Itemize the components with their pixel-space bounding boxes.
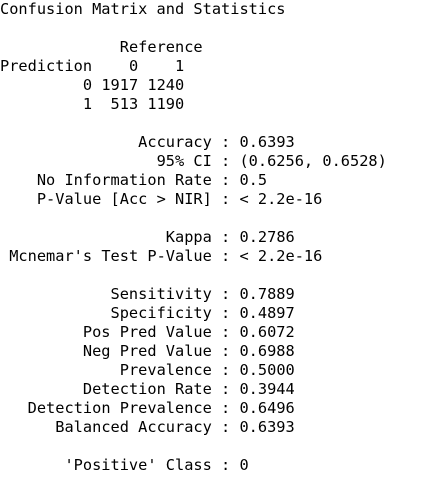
stat-balanced-accuracy: Balanced Accuracy : 0.6393 [55,418,295,436]
matrix-row-label: 0 [82,76,93,94]
stat-mcnemar: Mcnemar's Test P-Value : < 2.2e-16 [9,247,323,265]
matrix-cell: 1240 [147,76,185,94]
stat-value: 0.5 [239,171,268,189]
output-title: Confusion Matrix and Statistics [0,0,286,19]
matrix-cell: 1190 [147,95,185,113]
stat-prevalence: Prevalence : 0.5000 [119,361,295,379]
stat-value: 0.4897 [239,304,295,322]
matrix-row-label: 1 [82,95,93,113]
stat-value: (0.6256, 0.6528) [239,152,387,170]
stat-ci: 95% CI : (0.6256, 0.6528) [156,152,387,170]
stat-label: Prevalence [119,361,212,379]
stat-value: 0.3944 [239,380,295,398]
stat-value: 0.5000 [239,361,295,379]
matrix-row: 1 513 1190 [0,95,184,114]
stat-value: 0.7889 [239,285,295,303]
reference-label: Reference [119,38,203,56]
stat-ppv: Pos Pred Value : 0.6072 [82,323,295,341]
stat-value: 0.6393 [239,418,295,436]
stat-value: < 2.2e-16 [239,247,323,265]
stat-value: 0.6496 [239,399,295,417]
matrix-cell: 513 [110,95,139,113]
stat-value: < 2.2e-16 [239,190,323,208]
matrix-col-1-label: 1 [175,57,185,75]
positive-class-label: 'Positive' Class [64,456,212,474]
stat-detection-rate: Detection Rate : 0.3944 [82,380,295,398]
title-text: Confusion Matrix and Statistics [0,0,286,18]
stat-label: Accuracy [138,133,212,151]
stat-label: Detection Prevalence [27,399,212,417]
stat-value: 0.6072 [239,323,295,341]
stat-pvalue: P-Value [Acc > NIR] : < 2.2e-16 [36,190,323,208]
stat-label: P-Value [Acc > NIR] [36,190,212,208]
stat-value: 0.6393 [239,133,295,151]
matrix-col-0-label: 0 [128,57,139,75]
stat-value: 0.2786 [239,228,295,246]
stat-nir: No Information Rate : 0.5 [36,171,268,189]
stat-label: 95% CI [156,152,212,170]
stat-label: No Information Rate [36,171,212,189]
console-output: Confusion Matrix and Statistics Referenc… [0,0,441,481]
stat-label: Kappa [165,228,212,246]
matrix-column-header: Prediction 0 1 [0,57,184,76]
stat-label: Detection Rate [82,380,212,398]
stat-sensitivity: Sensitivity : 0.7889 [110,285,295,303]
stat-accuracy: Accuracy : 0.6393 [138,133,295,151]
prediction-label: Prediction [0,57,93,75]
stat-label: Sensitivity [110,285,212,303]
positive-class-value: 0 [239,456,249,474]
stat-label: Neg Pred Value [82,342,212,360]
stat-label: Specificity [110,304,212,322]
stat-value: 0.6988 [239,342,295,360]
stat-kappa: Kappa : 0.2786 [165,228,295,246]
stat-detection-prevalence: Detection Prevalence : 0.6496 [27,399,295,417]
stat-specificity: Specificity : 0.4897 [110,304,295,322]
matrix-cell: 1917 [101,76,139,94]
stat-label: Balanced Accuracy [55,418,212,436]
stat-npv: Neg Pred Value : 0.6988 [82,342,295,360]
matrix-reference-header: Reference [0,38,203,57]
matrix-row: 0 1917 1240 [0,76,184,95]
stat-label: Pos Pred Value [82,323,212,341]
positive-class: 'Positive' Class : 0 [64,456,249,474]
stat-label: Mcnemar's Test P-Value [9,247,212,265]
